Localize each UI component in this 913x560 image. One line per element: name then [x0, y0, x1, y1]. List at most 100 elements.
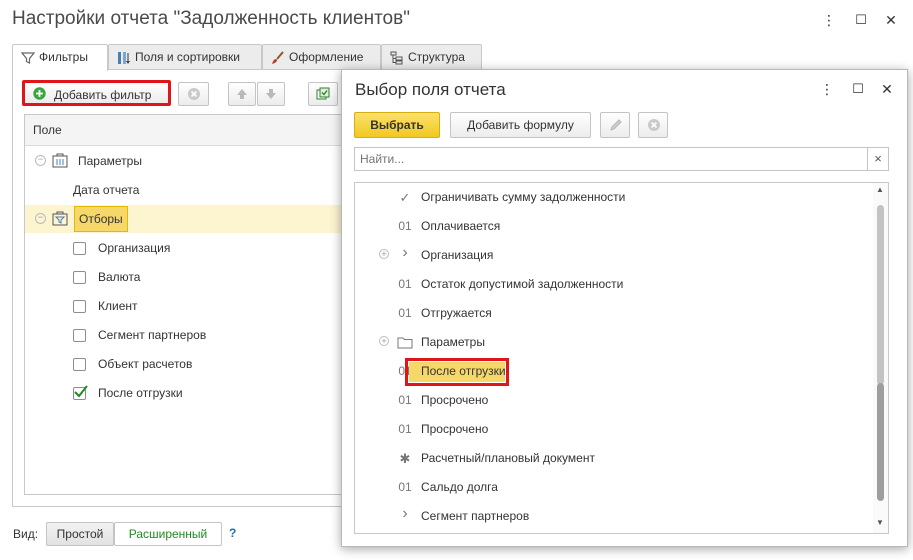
list-item[interactable]: 01 Сальдо долга	[355, 473, 875, 502]
checkmark-icon: ✓	[399, 190, 411, 205]
arrow-down-icon	[266, 89, 276, 99]
close-icon: ✕	[881, 81, 893, 97]
expand-icon[interactable]: +	[379, 336, 389, 346]
clear-icon: ×	[874, 151, 882, 166]
asterisk-icon: ✱	[399, 451, 411, 466]
list-item-label: Расчетный/плановый документ	[421, 451, 595, 465]
select-field-dialog: Выбор поля отчета ⋮ ☐ ✕ Выбрать Добавить…	[341, 69, 908, 547]
move-down-button[interactable]	[257, 82, 285, 106]
edit-formula-button[interactable]	[600, 112, 630, 138]
dialog-menu-button[interactable]: ⋮	[816, 78, 838, 100]
dialog-title: Выбор поля отчета	[355, 80, 506, 99]
numeric-field-icon: 01	[398, 422, 412, 436]
list-item[interactable]: 01 Отгружается	[355, 299, 875, 328]
filter-checkbox-currency[interactable]	[73, 271, 86, 284]
dialog-maximize-button[interactable]: ☐	[847, 78, 869, 100]
tab-structure-label: Структура	[408, 50, 465, 64]
list-item[interactable]: ✱ Расчетный/плановый документ	[355, 444, 875, 473]
fields-list: ✓ Ограничивать сумму задолженности 01 Оп…	[354, 182, 889, 534]
delete-formula-button[interactable]	[638, 112, 668, 138]
folder-icon	[397, 337, 413, 349]
tab-filters-label: Фильтры	[39, 50, 88, 64]
filters-group-icon	[52, 211, 68, 226]
checkmark-icon	[74, 385, 88, 398]
columns-icon	[118, 52, 130, 64]
add-formula-label: Добавить формулу	[467, 118, 574, 132]
delete-filter-button[interactable]	[178, 82, 209, 106]
delete-icon	[188, 88, 200, 100]
report-date-label[interactable]: Дата отчета	[73, 183, 139, 197]
list-item-label: Просрочено	[421, 393, 489, 407]
list-item[interactable]: › Сегмент партнеров	[355, 502, 875, 531]
filters-group-row[interactable]	[25, 205, 345, 233]
search-clear-button[interactable]: ×	[867, 147, 889, 171]
numeric-field-icon: 01	[398, 480, 412, 494]
list-item[interactable]: 01 Просрочено	[355, 386, 875, 415]
filter-checkbox-partner-segment[interactable]	[73, 329, 86, 342]
more-vertical-icon: ⋮	[820, 81, 834, 97]
filter-checkbox-settlement-object[interactable]	[73, 358, 86, 371]
tab-fields-sorting[interactable]: Поля и сортировки	[108, 44, 262, 69]
window-title: Настройки отчета "Задолженность клиентов…	[12, 8, 410, 29]
add-formula-button[interactable]: Добавить формулу	[450, 112, 591, 138]
chevron-right-icon: ›	[402, 505, 408, 522]
collapse-filters-toggle[interactable]: −	[35, 213, 46, 224]
window-maximize-button[interactable]: ☐	[850, 9, 872, 31]
list-item[interactable]: 01 Остаток допустимой задолженности	[355, 270, 875, 299]
filters-group-label: Отборы	[79, 212, 123, 226]
filter-icon	[21, 52, 35, 64]
numeric-field-icon: 01	[398, 393, 412, 407]
expand-icon[interactable]: +	[379, 249, 389, 259]
more-vertical-icon: ⋮	[822, 12, 836, 28]
help-icon[interactable]: ?	[229, 526, 236, 540]
list-item-label: Параметры	[421, 335, 485, 349]
tab-filters[interactable]: Фильтры	[12, 44, 108, 71]
delete-icon	[648, 119, 660, 131]
select-button[interactable]: Выбрать	[354, 112, 440, 138]
list-item[interactable]: ✓ Ограничивать сумму задолженности	[355, 183, 875, 212]
list-item[interactable]: + › Организация	[355, 241, 875, 270]
select-button-label: Выбрать	[370, 118, 424, 132]
list-item-label: Оплачивается	[421, 219, 501, 233]
scrollbar[interactable]: ▲ ▼	[873, 183, 888, 533]
arrow-up-icon	[237, 89, 247, 99]
list-item[interactable]: + Параметры	[355, 328, 875, 357]
scrollbar-thumb-upper[interactable]	[877, 205, 884, 385]
tab-appearance[interactable]: Оформление	[262, 44, 381, 69]
filter-item-label: Клиент	[98, 299, 138, 313]
filter-checkbox-client[interactable]	[73, 300, 86, 313]
group-button[interactable]	[308, 82, 338, 106]
list-item[interactable]: 01 Просрочено	[355, 415, 875, 444]
grid-header: Поле	[25, 115, 345, 146]
add-circle-icon	[33, 87, 46, 100]
filter-checkbox-after-shipment[interactable]	[73, 385, 88, 400]
collapse-parameters-toggle[interactable]: −	[35, 155, 46, 166]
view-extended-button[interactable]: Расширенный	[114, 522, 222, 546]
list-item-selected[interactable]: 01 После отгрузки	[355, 357, 875, 386]
view-simple-button[interactable]: Простой	[46, 522, 114, 546]
dialog-close-button[interactable]: ✕	[876, 78, 898, 100]
scroll-down-icon[interactable]: ▼	[876, 518, 884, 527]
list-item[interactable]: 01 Оплачивается	[355, 212, 875, 241]
list-item-label: Отгружается	[421, 306, 492, 320]
filter-checkbox-organization[interactable]	[73, 242, 86, 255]
list-item-label: Организация	[421, 248, 494, 262]
add-filter-button[interactable]: Добавить фильтр	[22, 80, 171, 106]
window-menu-button[interactable]: ⋮	[818, 9, 840, 31]
maximize-icon: ☐	[855, 12, 867, 27]
window-close-button[interactable]: ✕	[880, 9, 902, 31]
list-item-label: Ограничивать сумму задолженности	[421, 190, 626, 204]
list-item-label: Просрочено	[421, 422, 489, 436]
list-item-label: Сальдо долга	[421, 480, 498, 494]
move-up-button[interactable]	[228, 82, 256, 106]
tab-structure[interactable]: Структура	[381, 44, 482, 69]
list-item-label: После отгрузки	[421, 364, 506, 378]
tab-appearance-label: Оформление	[289, 50, 364, 64]
scrollbar-thumb[interactable]	[877, 383, 884, 501]
brush-icon	[272, 51, 284, 64]
scroll-up-icon[interactable]: ▲	[876, 185, 884, 194]
search-input[interactable]	[354, 147, 868, 171]
numeric-field-icon: 01	[398, 277, 412, 291]
group-icon	[316, 87, 330, 100]
filter-item-label: Объект расчетов	[98, 357, 193, 371]
